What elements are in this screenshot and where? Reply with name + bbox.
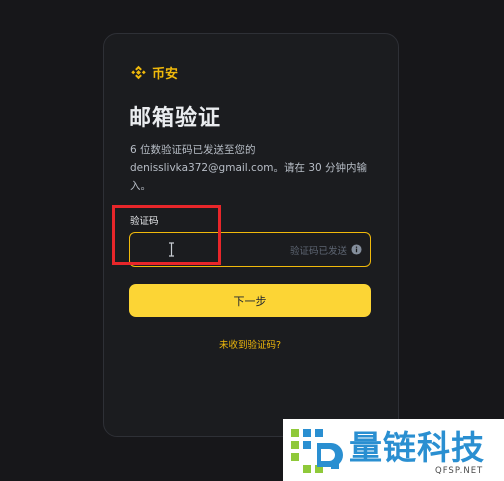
- verification-code-input[interactable]: [138, 238, 282, 264]
- watermark-domain: QFSP.NET: [435, 466, 484, 476]
- watermark-name: 量链科技: [349, 428, 485, 467]
- page-title: 邮箱验证: [129, 106, 222, 131]
- info-icon[interactable]: [351, 244, 362, 255]
- verification-description: 6 位数验证码已发送至您的 denisslivka372@gmail.com。请…: [130, 141, 370, 195]
- resend-code-link[interactable]: 未收到验证码?: [129, 337, 371, 351]
- watermark: 量链科技 QFSP.NET: [283, 419, 504, 481]
- brand: 币安: [130, 63, 178, 82]
- screen: 币安 邮箱验证 6 位数验证码已发送至您的 denisslivka372@gma…: [0, 0, 504, 481]
- qfsp-logo-icon: [291, 429, 343, 473]
- code-field-label: 验证码: [130, 216, 159, 227]
- brand-name: 币安: [152, 67, 179, 82]
- next-step-button[interactable]: 下一步: [129, 284, 371, 317]
- description-line: 6 位数验证码已发送至您的: [130, 144, 256, 156]
- text-cursor-icon: [169, 242, 174, 257]
- binance-logo-icon: [131, 65, 146, 80]
- description-line: 入。: [130, 180, 151, 192]
- code-field[interactable]: 验证码已发送: [129, 232, 371, 267]
- description-line: denisslivka372@gmail.com。请在 30 分钟内输: [130, 162, 368, 174]
- code-sent-status: 验证码已发送: [289, 246, 347, 257]
